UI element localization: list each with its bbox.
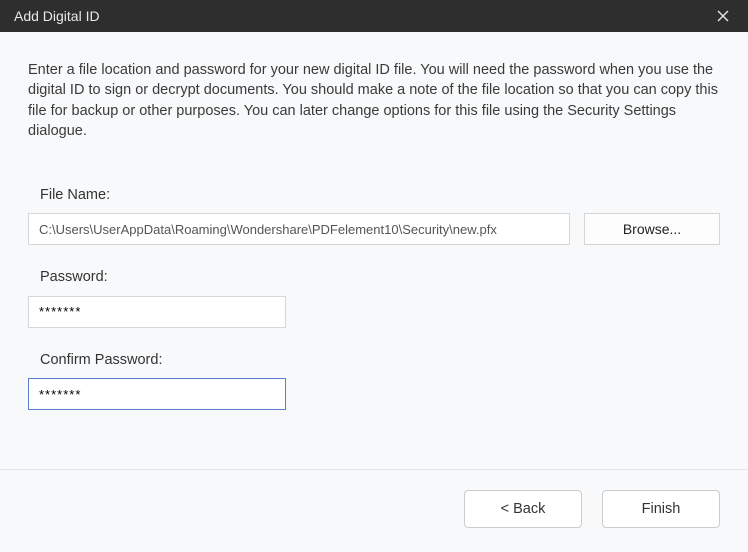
dialog-content: Enter a file location and password for y… — [0, 32, 748, 469]
browse-button[interactable]: Browse... — [584, 213, 720, 245]
instructions-text: Enter a file location and password for y… — [28, 60, 720, 141]
confirm-password-label: Confirm Password: — [40, 350, 720, 370]
password-input[interactable] — [28, 296, 286, 328]
confirm-password-group: Confirm Password: — [28, 350, 720, 410]
password-label: Password: — [40, 267, 720, 287]
filename-row: Browse... — [28, 213, 720, 245]
back-button[interactable]: < Back — [464, 490, 582, 528]
password-group: Password: — [28, 267, 720, 327]
close-icon — [717, 10, 729, 22]
finish-button[interactable]: Finish — [602, 490, 720, 528]
filename-group: File Name: Browse... — [28, 185, 720, 245]
footer: < Back Finish — [0, 469, 748, 552]
window-title: Add Digital ID — [14, 8, 708, 24]
close-button[interactable] — [708, 0, 738, 32]
confirm-password-input[interactable] — [28, 378, 286, 410]
titlebar: Add Digital ID — [0, 0, 748, 32]
filename-input[interactable] — [28, 213, 570, 245]
filename-label: File Name: — [40, 185, 720, 205]
